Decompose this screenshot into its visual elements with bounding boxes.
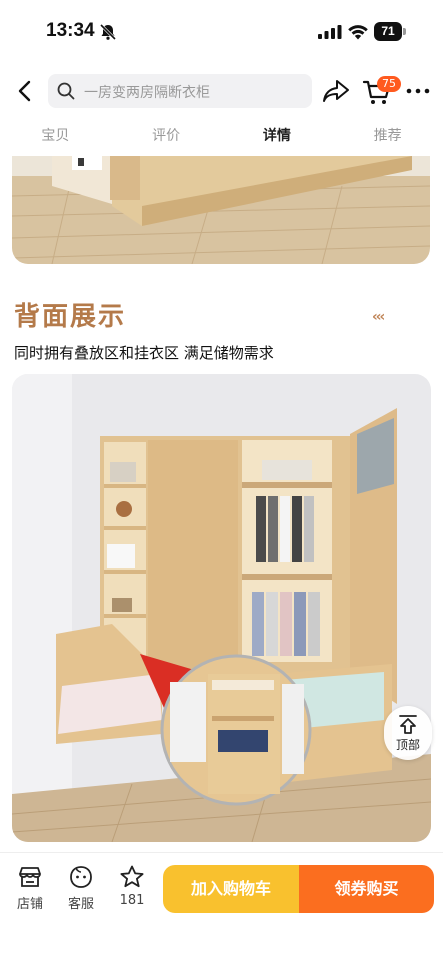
store-button[interactable]: 店铺 [10, 865, 50, 912]
tab-details[interactable]: 详情 [222, 118, 333, 154]
more-icon[interactable] [406, 84, 430, 98]
bell-muted-icon [99, 23, 117, 41]
customer-service-icon [70, 866, 92, 888]
add-to-cart-button[interactable]: 加入购物车 [163, 865, 299, 913]
bottom-action-bar: 店铺 客服 181 加入购物车 领券购买 [0, 852, 443, 960]
back-to-top-icon [399, 715, 417, 734]
product-detail-image-top [12, 156, 430, 264]
status-time: 13:34 [46, 20, 95, 41]
buy-now-button[interactable]: 领券购买 [299, 865, 434, 913]
wifi-icon [348, 25, 368, 40]
star-icon [120, 865, 144, 888]
section-arrows-icon: ‹‹‹ [372, 309, 385, 325]
store-label: 店铺 [16, 897, 43, 912]
favorite-count: 181 [119, 893, 145, 908]
battery-level: 71 [374, 22, 402, 41]
store-icon [19, 867, 41, 887]
search-input[interactable]: 一房变两房隔断衣柜 [48, 74, 312, 108]
search-placeholder: 一房变两房隔断衣柜 [84, 85, 210, 101]
back-to-top-button[interactable]: 顶部 [384, 706, 432, 760]
signal-icon [318, 25, 342, 39]
battery-icon: 71 [374, 22, 406, 41]
tab-reviews[interactable]: 评价 [111, 118, 222, 154]
favorite-button[interactable]: 181 [112, 865, 152, 908]
cart-count-badge: 75 [377, 76, 401, 92]
share-icon[interactable] [322, 78, 350, 104]
status-bar: 13:34 71 [0, 0, 443, 62]
section-title: 背面展示 [14, 302, 127, 332]
section-subtitle: 同时拥有叠放区和挂衣区 满足储物需求 [14, 344, 274, 362]
back-to-top-label: 顶部 [395, 738, 420, 752]
tab-bar: 宝贝 评价 详情 推荐 [0, 118, 443, 154]
tab-products[interactable]: 宝贝 [0, 118, 111, 154]
customer-service-button[interactable]: 客服 [61, 865, 101, 912]
customer-service-label: 客服 [67, 897, 94, 912]
product-detail-image-back-view [12, 374, 431, 842]
search-icon [57, 82, 75, 100]
tab-recommend[interactable]: 推荐 [332, 118, 443, 154]
top-nav: 一房变两房隔断衣柜 [0, 70, 443, 114]
back-arrow-icon[interactable] [10, 76, 40, 106]
